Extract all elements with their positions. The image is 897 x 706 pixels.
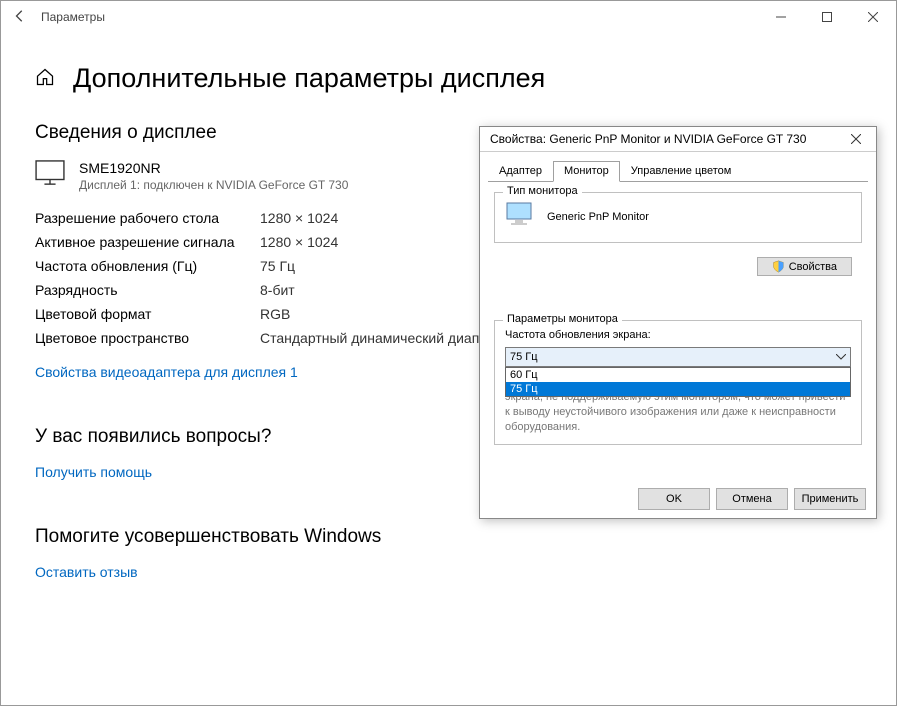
- dialog-title: Свойства: Generic PnP Monitor и NVIDIA G…: [490, 132, 836, 146]
- window-title: Параметры: [41, 10, 758, 24]
- minimize-button[interactable]: [758, 1, 804, 33]
- dialog-close-button[interactable]: [836, 127, 876, 152]
- tab-монитор[interactable]: Монитор: [553, 161, 620, 182]
- monitor-type-group-title: Тип монитора: [503, 185, 582, 197]
- monitor-properties-dialog: Свойства: Generic PnP Monitor и NVIDIA G…: [479, 126, 877, 519]
- monitor-params-group: Параметры монитора Частота обновления эк…: [494, 320, 862, 445]
- refresh-rate-label: Частота обновления экрана:: [505, 329, 851, 341]
- monitor-type-group: Тип монитора Generic PnP Monitor: [494, 192, 862, 243]
- back-button[interactable]: [13, 9, 41, 26]
- cancel-button[interactable]: Отмена: [716, 488, 788, 510]
- refresh-rate-dropdown: 60 Гц75 Гц: [505, 367, 851, 397]
- shield-icon: [772, 260, 785, 273]
- spec-label: Активное разрешение сигнала: [35, 234, 260, 250]
- dialog-tabs: АдаптерМониторУправление цветом: [488, 160, 868, 182]
- monitor-params-group-title: Параметры монитора: [503, 313, 622, 325]
- apply-button[interactable]: Применить: [794, 488, 866, 510]
- page-title: Дополнительные параметры дисплея: [73, 63, 545, 94]
- tab-адаптер[interactable]: Адаптер: [488, 161, 553, 182]
- monitor-connection: Дисплей 1: подключен к NVIDIA GeForce GT…: [79, 178, 348, 192]
- refresh-rate-select[interactable]: 75 Гц 60 Гц75 Гц: [505, 347, 851, 367]
- maximize-button[interactable]: [804, 1, 850, 33]
- close-button[interactable]: [850, 1, 896, 33]
- home-icon[interactable]: [35, 67, 55, 90]
- spec-label: Цветовой формат: [35, 306, 260, 322]
- feedback-section-title: Помогите усовершенствовать Windows: [35, 526, 862, 548]
- refresh-rate-option[interactable]: 60 Гц: [506, 368, 850, 382]
- refresh-rate-option[interactable]: 75 Гц: [506, 382, 850, 396]
- monitor-name: SME1920NR: [79, 160, 348, 176]
- leave-feedback-link[interactable]: Оставить отзыв: [35, 564, 862, 580]
- monitor-icon: [35, 160, 65, 192]
- monitor-properties-button[interactable]: Свойства: [757, 257, 852, 276]
- spec-label: Разрядность: [35, 282, 260, 298]
- dialog-titlebar: Свойства: Generic PnP Monitor и NVIDIA G…: [480, 127, 876, 152]
- spec-label: Разрешение рабочего стола: [35, 210, 260, 226]
- chevron-down-icon: [836, 351, 846, 363]
- monitor-type-name: Generic PnP Monitor: [547, 211, 649, 223]
- monitor-properties-button-label: Свойства: [789, 261, 837, 273]
- tab-управление-цветом[interactable]: Управление цветом: [620, 161, 743, 182]
- spec-label: Частота обновления (Гц): [35, 258, 260, 274]
- monitor-small-icon: [505, 201, 537, 232]
- spec-label: Цветовое пространство: [35, 330, 260, 346]
- refresh-rate-selected: 75 Гц: [510, 351, 538, 363]
- titlebar: Параметры: [1, 1, 896, 33]
- ok-button[interactable]: OK: [638, 488, 710, 510]
